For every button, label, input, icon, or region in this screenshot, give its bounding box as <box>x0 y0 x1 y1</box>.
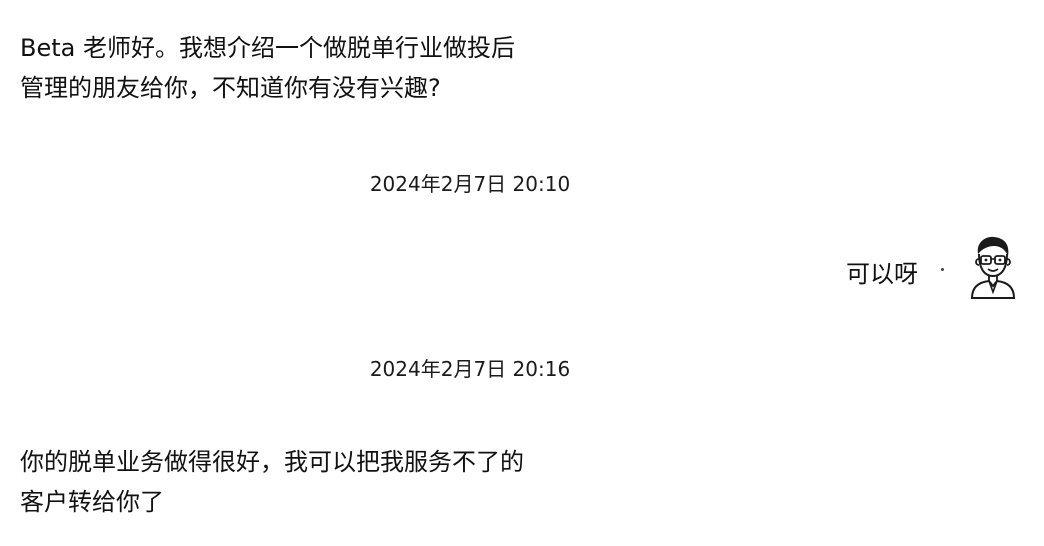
message-tail-dot <box>941 268 944 271</box>
message-text-line: 客户转给你了 <box>20 488 164 516</box>
avatar[interactable] <box>964 232 1022 302</box>
message-text-line: 管理的朋友给你，不知道你有没有兴趣? <box>20 74 441 102</box>
message-text-line: Beta 老师好。我想介绍一个做脱单行业做投后 <box>20 34 515 62</box>
incoming-message-2: 你的脱单业务做得很好，我可以把我服务不了的 客户转给你了 <box>20 442 524 522</box>
message-text-line: 你的脱单业务做得很好，我可以把我服务不了的 <box>20 448 524 476</box>
timestamp-2: 2024年2月7日 20:16 <box>369 357 571 381</box>
incoming-message-1: Beta 老师好。我想介绍一个做脱单行业做投后 管理的朋友给你，不知道你有没有兴… <box>20 28 515 108</box>
outgoing-message-1: 可以呀 <box>846 260 918 288</box>
cartoon-person-with-glasses-icon <box>970 236 1016 299</box>
timestamp-1: 2024年2月7日 20:10 <box>369 172 571 196</box>
